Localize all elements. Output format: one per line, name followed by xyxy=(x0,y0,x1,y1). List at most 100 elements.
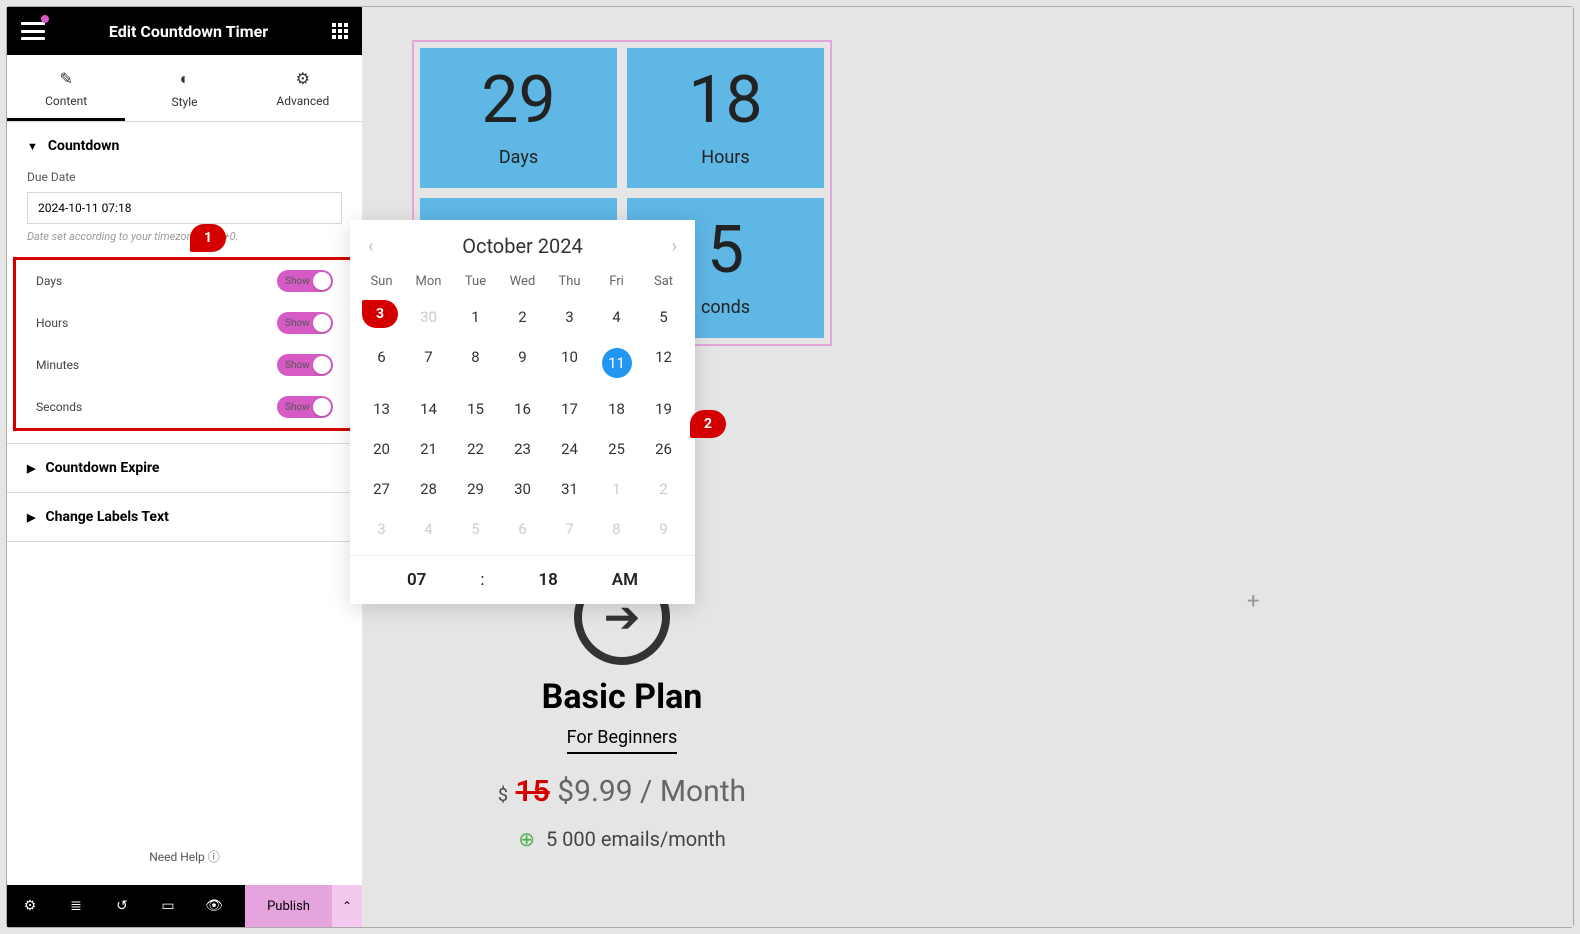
menu-icon[interactable] xyxy=(21,22,45,40)
history-icon[interactable]: ↺ xyxy=(99,898,145,914)
cal-day[interactable]: 12 xyxy=(640,337,687,389)
cal-day-next[interactable]: 1 xyxy=(593,469,640,509)
cal-day-next[interactable]: 8 xyxy=(593,509,640,549)
cal-day[interactable]: 7 xyxy=(405,337,452,389)
publish-options-button[interactable]: ⌃ xyxy=(332,885,362,927)
cal-dow: Wed xyxy=(499,266,546,297)
cal-day-next[interactable]: 3 xyxy=(358,509,405,549)
cal-day-next[interactable]: 4 xyxy=(405,509,452,549)
feature-item: ⊕ 5 000 emails/month xyxy=(412,827,832,851)
cal-day[interactable]: 25 xyxy=(593,429,640,469)
navigator-icon[interactable]: ≣ xyxy=(53,898,99,914)
responsive-icon[interactable]: ▭ xyxy=(145,898,191,914)
cal-dow: Sun xyxy=(358,266,405,297)
cal-day[interactable]: 17 xyxy=(546,389,593,429)
panel-title: Edit Countdown Timer xyxy=(109,22,268,41)
cal-ampm-toggle[interactable]: AM xyxy=(612,570,638,590)
panel-tabs: ✎ Content ◐ Style ⚙ Advanced xyxy=(7,55,362,122)
cal-day[interactable]: 19 xyxy=(640,389,687,429)
publish-button[interactable]: Publish xyxy=(245,885,332,927)
cal-dow: Tue xyxy=(452,266,499,297)
caret-right-icon: ▶ xyxy=(27,511,35,524)
cal-day[interactable]: 28 xyxy=(405,469,452,509)
need-help-link[interactable]: Need Help ⓘ xyxy=(7,828,362,885)
chevron-up-icon: ⌃ xyxy=(342,899,352,913)
cal-day[interactable]: 30 xyxy=(499,469,546,509)
section-header-labels[interactable]: ▶ Change Labels Text xyxy=(7,493,362,541)
tab-style[interactable]: ◐ Style xyxy=(125,55,243,121)
tab-advanced[interactable]: ⚙ Advanced xyxy=(244,55,362,121)
count-box-days: 29 Days xyxy=(420,48,617,188)
cal-day[interactable]: 14 xyxy=(405,389,452,429)
cal-day[interactable]: 31 xyxy=(546,469,593,509)
check-circle-icon: ⊕ xyxy=(518,827,535,851)
cal-day[interactable]: 22 xyxy=(452,429,499,469)
due-date-control: Due Date Date set according to your time… xyxy=(7,170,362,257)
toggle-seconds[interactable]: Show xyxy=(277,396,333,418)
calendar-time-row: 07 : 18 AM xyxy=(350,555,695,590)
cal-minute-input[interactable]: 18 xyxy=(538,570,557,590)
cal-day[interactable]: 26 xyxy=(640,429,687,469)
cal-day[interactable]: 27 xyxy=(358,469,405,509)
cal-day[interactable]: 21 xyxy=(405,429,452,469)
caret-right-icon: ▶ xyxy=(27,462,35,475)
toggle-row-hours: Hours Show xyxy=(16,302,353,344)
count-box-hours: 18 Hours xyxy=(627,48,824,188)
widgets-grid-icon[interactable] xyxy=(332,23,348,39)
section-countdown: ▼ Countdown Due Date Date set according … xyxy=(7,122,362,444)
cal-day[interactable]: 6 xyxy=(358,337,405,389)
cal-day[interactable]: 23 xyxy=(499,429,546,469)
cal-day[interactable]: 15 xyxy=(452,389,499,429)
cal-day-next[interactable]: 6 xyxy=(499,509,546,549)
cal-day[interactable]: 4 xyxy=(593,297,640,337)
section-expire: ▶ Countdown Expire xyxy=(7,444,362,493)
cal-dow: Fri xyxy=(593,266,640,297)
cal-day-prev[interactable]: 30 xyxy=(405,297,452,337)
highlight-box: Days Show Hours Show Minutes xyxy=(13,257,356,431)
cal-day[interactable]: 9 xyxy=(499,337,546,389)
cal-day[interactable]: 18 xyxy=(593,389,640,429)
cal-day[interactable]: 3 xyxy=(546,297,593,337)
cal-dow: Mon xyxy=(405,266,452,297)
cal-day[interactable]: 20 xyxy=(358,429,405,469)
cal-day[interactable]: 24 xyxy=(546,429,593,469)
cal-day[interactable]: 16 xyxy=(499,389,546,429)
caret-down-icon: ▼ xyxy=(27,140,38,153)
cal-day[interactable]: 13 xyxy=(358,389,405,429)
cal-day[interactable]: 10 xyxy=(546,337,593,389)
cal-day-next[interactable]: 5 xyxy=(452,509,499,549)
tab-content[interactable]: ✎ Content xyxy=(7,55,125,121)
toggle-row-days: Days Show xyxy=(16,260,353,302)
cal-day[interactable]: 5 xyxy=(640,297,687,337)
preview-icon[interactable]: 👁 xyxy=(191,898,237,914)
cal-day[interactable]: 29 xyxy=(452,469,499,509)
sidebar-header: Edit Countdown Timer xyxy=(7,7,362,55)
settings-icon[interactable]: ⚙ xyxy=(7,898,53,914)
section-header-expire[interactable]: ▶ Countdown Expire xyxy=(7,444,362,492)
date-picker-popup: ‹ October 2024 › SunMonTueWedThuFriSat29… xyxy=(350,220,695,604)
cal-day[interactable]: 8 xyxy=(452,337,499,389)
contrast-icon: ◐ xyxy=(125,69,243,89)
timezone-helper: Date set according to your timezone: UTC… xyxy=(27,230,342,243)
cal-prev-button[interactable]: ‹ xyxy=(368,236,373,257)
due-date-input[interactable] xyxy=(27,192,342,224)
cal-day-next[interactable]: 7 xyxy=(546,509,593,549)
cal-day[interactable]: 11 xyxy=(593,337,640,389)
cal-day-next[interactable]: 2 xyxy=(640,469,687,509)
toggle-hours[interactable]: Show xyxy=(277,312,333,334)
toggle-days[interactable]: Show xyxy=(277,270,333,292)
add-section-button[interactable]: + xyxy=(1247,589,1259,614)
pricing-widget[interactable]: ➔ Basic Plan For Beginners $ 15 $9.99 / … xyxy=(412,569,832,851)
cal-next-button[interactable]: › xyxy=(672,236,677,257)
plan-name: Basic Plan xyxy=(412,677,832,717)
cal-hour-input[interactable]: 07 xyxy=(407,570,426,590)
section-header-countdown[interactable]: ▼ Countdown xyxy=(7,122,362,170)
toggle-row-seconds: Seconds Show xyxy=(16,386,353,428)
pencil-icon: ✎ xyxy=(7,69,125,88)
toggle-minutes[interactable]: Show xyxy=(277,354,333,376)
calendar-grid: SunMonTueWedThuFriSat2930123456789101112… xyxy=(350,266,695,549)
cal-day-next[interactable]: 9 xyxy=(640,509,687,549)
cal-day[interactable]: 2 xyxy=(499,297,546,337)
cal-day[interactable]: 1 xyxy=(452,297,499,337)
due-date-label: Due Date xyxy=(27,170,342,184)
